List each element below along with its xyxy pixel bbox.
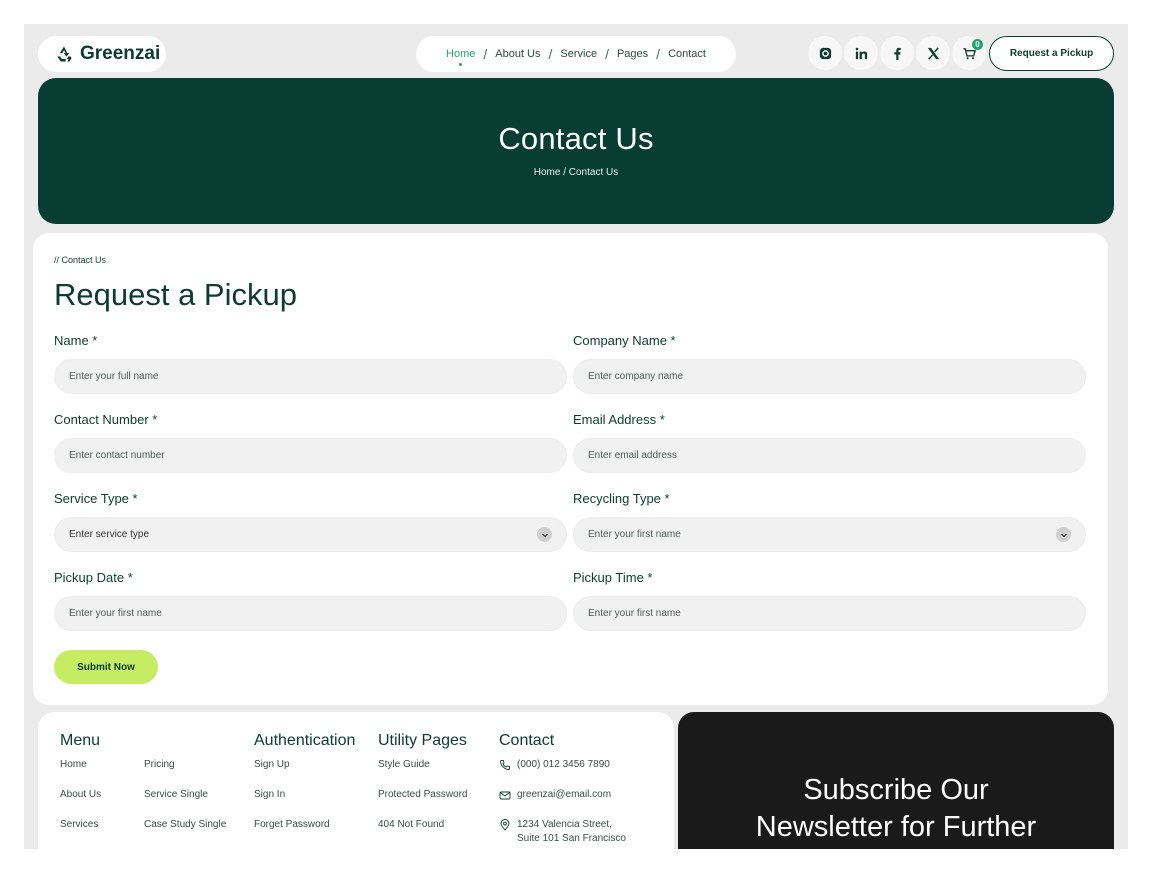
location-pin-icon: [500, 819, 510, 831]
submit-button[interactable]: Submit Now: [54, 650, 158, 684]
nav-home[interactable]: Home: [446, 48, 475, 66]
breadcrumb: Home / Contact Us: [533, 167, 619, 178]
footer-links: Menu Home About Us Services Pricing Serv…: [38, 712, 674, 849]
footer-auth-title: Authentication: [254, 732, 356, 749]
logo[interactable]: Greenzai: [38, 36, 166, 72]
nav-service[interactable]: Service: [560, 48, 597, 60]
footer-address-text: 1234 Valencia Street, Suite 101 San Fran…: [517, 818, 626, 848]
pickup-date-field-group: Pickup Date * Enter your first name: [54, 570, 567, 631]
recycle-icon: [57, 46, 72, 62]
footer-link-404[interactable]: 404 Not Found: [378, 818, 468, 848]
contact-number-field-group: Contact Number * Enter contact number: [54, 412, 567, 473]
nav-about-us[interactable]: About Us: [495, 48, 540, 60]
newsletter-panel: Subscribe Our Newsletter for Further: [678, 712, 1114, 849]
recycling-type-field-group: Recycling Type * Enter your first name: [573, 491, 1086, 552]
footer-utility-title: Utility Pages: [378, 732, 467, 749]
footer-link-forget-password[interactable]: Forget Password: [254, 818, 355, 848]
email-label: Email Address *: [573, 412, 665, 427]
cart-count-badge: 0: [972, 39, 983, 50]
form-title: Request a Pickup: [54, 277, 297, 312]
footer-link-sign-in[interactable]: Sign In: [254, 788, 355, 818]
facebook-icon[interactable]: [880, 36, 914, 70]
pickup-time-label: Pickup Time *: [573, 570, 653, 585]
recycling-type-select[interactable]: Enter your first name: [573, 517, 1086, 552]
newsletter-heading-line1: Subscribe Our: [803, 774, 989, 806]
footer-menu-col-2: Pricing Service Single Case Study Single: [144, 758, 226, 848]
footer-link-home[interactable]: Home: [60, 758, 101, 788]
name-label: Name *: [54, 333, 98, 348]
pickup-date-input[interactable]: Enter your first name: [54, 596, 567, 631]
footer-phone[interactable]: (000) 012 3456 7890: [499, 758, 626, 788]
email-field-group: Email Address * Enter email address: [573, 412, 1086, 473]
company-field-group: Company Name * Enter company name: [573, 333, 1086, 394]
pickup-form-card: // Contact Us Request a Pickup Name * En…: [33, 233, 1108, 705]
footer-contact-col: Contact (000) 012 3456 7890 greenzai@ema…: [499, 732, 626, 848]
company-input[interactable]: Enter company name: [573, 359, 1086, 394]
nav-separator: /: [483, 46, 488, 62]
footer-menu-col: Menu Home About Us Services: [60, 732, 101, 848]
footer-address: 1234 Valencia Street, Suite 101 San Fran…: [499, 818, 626, 848]
footer-link-case-study-single[interactable]: Case Study Single: [144, 818, 226, 848]
newsletter-heading-line2: Newsletter for Further: [755, 811, 1037, 843]
footer-link-style-guide[interactable]: Style Guide: [378, 758, 468, 788]
nav-separator: /: [605, 46, 609, 62]
service-type-label: Service Type *: [54, 491, 138, 506]
nav-contact[interactable]: Contact: [668, 48, 706, 60]
footer-link-about-us[interactable]: About Us: [60, 788, 101, 818]
service-type-select[interactable]: Enter service type: [54, 517, 567, 552]
contact-number-input[interactable]: Enter contact number: [54, 438, 567, 473]
recycling-type-label: Recycling Type *: [573, 491, 670, 506]
main-nav: Home / About Us / Service / Pages / Cont…: [416, 36, 736, 72]
company-label: Company Name *: [573, 333, 676, 348]
pickup-date-label: Pickup Date *: [54, 570, 133, 585]
name-field-group: Name * Enter your full name: [54, 333, 567, 394]
x-twitter-icon[interactable]: [916, 36, 950, 70]
service-type-value: Enter service type: [69, 529, 150, 540]
newsletter-heading: Subscribe Our Newsletter for Further: [678, 772, 1114, 846]
footer-menu-title: Menu: [60, 732, 101, 749]
footer-address-line1: 1234 Valencia Street,: [517, 819, 612, 830]
footer-link-pricing[interactable]: Pricing: [144, 758, 226, 788]
footer-email[interactable]: greenzai@email.com: [499, 788, 626, 818]
social-links: 0: [808, 36, 986, 70]
request-pickup-button[interactable]: Request a Pickup: [989, 36, 1114, 71]
section-eyebrow: // Contact Us: [54, 255, 107, 265]
footer-address-line2: Suite 101 San Francisco: [517, 833, 626, 844]
nav-pages[interactable]: Pages: [617, 48, 648, 60]
logo-text: Greenzai: [80, 43, 161, 64]
nav-separator: /: [656, 46, 661, 62]
page-title: Contact Us: [498, 121, 654, 156]
email-input[interactable]: Enter email address: [573, 438, 1086, 473]
linkedin-icon[interactable]: [844, 36, 878, 70]
footer-auth-col: Authentication Sign Up Sign In Forget Pa…: [254, 732, 355, 848]
footer-utility-col: Utility Pages Style Guide Protected Pass…: [378, 732, 468, 848]
mail-icon: [499, 791, 511, 800]
chevron-down-icon: [1056, 527, 1071, 542]
hero-banner: Contact Us Home / Contact Us: [38, 78, 1114, 224]
nav-separator: /: [548, 46, 553, 62]
footer-phone-text: (000) 012 3456 7890: [517, 759, 610, 770]
footer-link-services[interactable]: Services: [60, 818, 101, 848]
name-input[interactable]: Enter your full name: [54, 359, 567, 394]
chevron-down-icon: [537, 527, 552, 542]
footer-link-sign-up[interactable]: Sign Up: [254, 758, 355, 788]
service-type-field-group: Service Type * Enter service type: [54, 491, 567, 552]
footer-email-text: greenzai@email.com: [517, 789, 612, 800]
contact-number-label: Contact Number *: [54, 412, 158, 427]
footer-link-protected-password[interactable]: Protected Password: [378, 788, 468, 818]
footer-link-service-single[interactable]: Service Single: [144, 788, 226, 818]
instagram-icon[interactable]: [808, 36, 842, 70]
pickup-time-field-group: Pickup Time * Enter your first name: [573, 570, 1086, 631]
footer-contact-title: Contact: [499, 732, 555, 749]
pickup-time-input[interactable]: Enter your first name: [573, 596, 1086, 631]
recycling-type-value: Enter your first name: [588, 529, 681, 540]
page-frame: Greenzai Home / About Us / Service / Pag…: [24, 24, 1128, 849]
cart-icon[interactable]: 0: [952, 36, 986, 70]
phone-icon: [500, 760, 510, 770]
